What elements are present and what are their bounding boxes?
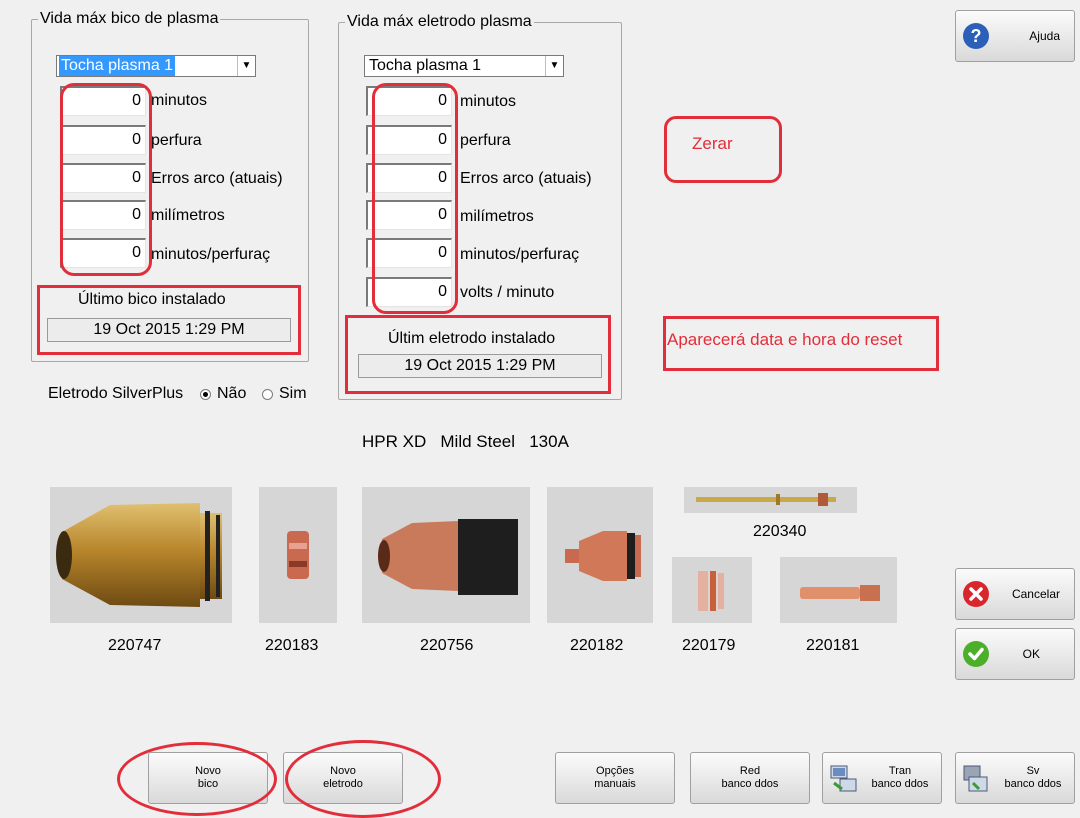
electrode-volts-per-min-label: volts / minuto	[460, 284, 555, 301]
part-image-220340	[684, 487, 857, 513]
electrode-torch-value: Tocha plasma 1	[369, 57, 482, 74]
checkmark-icon	[963, 641, 989, 667]
process-title: HPR XD Mild Steel 130A	[362, 432, 569, 451]
database-save-icon	[963, 765, 988, 792]
part-number-220340: 220340	[753, 523, 807, 540]
nozzle-minutes-label: minutos	[151, 92, 208, 109]
silverplus-label: Eletrodo SilverPlus	[48, 385, 184, 402]
read-database-button[interactable]: Red banco ddos	[690, 752, 810, 804]
new-electrode-highlight	[285, 740, 441, 818]
database-transfer-icon	[830, 765, 857, 792]
read-database-label-2: banco ddos	[721, 778, 779, 790]
chevron-down-icon[interactable]: ▼	[237, 56, 255, 76]
read-database-label-1: Red	[739, 765, 761, 777]
part-image-220179	[672, 557, 752, 623]
save-database-label-2: banco ddos	[1004, 778, 1062, 790]
nozzle-mm-label: milímetros	[151, 207, 225, 224]
part-image-220182	[547, 487, 653, 623]
manual-options-label-2: manuais	[594, 778, 636, 790]
part-number-220179: 220179	[682, 637, 736, 654]
electrode-mm-label: milímetros	[460, 208, 534, 225]
transfer-database-label-2: banco ddos	[871, 778, 929, 790]
help-button[interactable]: ? Ajuda	[955, 10, 1075, 62]
nozzle-group-title: Vida máx bico de plasma	[38, 10, 221, 28]
nozzle-min-per-pierce-label: minutos/perfuraç	[151, 246, 271, 263]
electrode-minutes-label: minutos	[460, 93, 517, 110]
transfer-database-label-1: Tran	[888, 765, 912, 777]
nozzle-torch-value: Tocha plasma 1	[59, 56, 176, 76]
electrode-group-title: Vida máx eletrodo plasma	[345, 13, 534, 31]
electrode-fields-highlight	[372, 83, 458, 314]
manual-options-label-1: Opções	[596, 765, 634, 777]
ok-label: OK	[1022, 647, 1040, 661]
svg-text:?: ?	[971, 26, 982, 46]
ok-button[interactable]: OK	[955, 628, 1075, 680]
help-label: Ajuda	[1029, 29, 1060, 43]
electrode-torch-select[interactable]: Tocha plasma 1 ▼	[364, 55, 564, 77]
electrode-pierces-label: perfura	[460, 132, 511, 149]
chevron-down-icon[interactable]: ▼	[545, 56, 563, 76]
new-nozzle-highlight	[117, 742, 277, 816]
electrode-arc-errors-label: Erros arco (atuais)	[460, 170, 592, 187]
part-number-220756: 220756	[420, 637, 474, 654]
part-number-220183: 220183	[265, 637, 319, 654]
zerar-callout-text: Zerar	[692, 134, 733, 153]
nozzle-pierces-label: perfura	[151, 132, 202, 149]
nozzle-torch-select[interactable]: Tocha plasma 1 ▼	[56, 55, 256, 77]
part-number-220181: 220181	[806, 637, 860, 654]
part-image-220183	[259, 487, 337, 623]
save-database-label-1: Sv	[1026, 765, 1040, 777]
part-image-220747	[50, 487, 232, 623]
silverplus-no-radio[interactable]	[200, 389, 211, 400]
transfer-database-button[interactable]: Tran banco ddos	[822, 752, 942, 804]
part-number-220747: 220747	[108, 637, 162, 654]
silverplus-yes-label[interactable]: Sim	[279, 384, 307, 404]
help-icon: ?	[963, 23, 989, 49]
silverplus-yes-radio[interactable]	[262, 389, 273, 400]
cancel-button[interactable]: Cancelar	[955, 568, 1075, 620]
nozzle-fields-highlight	[60, 83, 152, 276]
electrode-min-per-pierce-label: minutos/perfuraç	[460, 246, 580, 263]
part-number-220182: 220182	[570, 637, 624, 654]
manual-options-button[interactable]: Opções manuais	[555, 752, 675, 804]
silverplus-no-label[interactable]: Não	[217, 384, 246, 404]
part-image-220181	[780, 557, 897, 623]
part-image-220756	[362, 487, 530, 623]
cancel-label: Cancelar	[1011, 587, 1060, 601]
nozzle-arc-errors-label: Erros arco (atuais)	[151, 170, 283, 187]
electrode-last-installed-highlight	[345, 315, 611, 394]
nozzle-last-installed-highlight	[37, 285, 301, 355]
reset-note-text: Aparecerá data e hora do reset	[667, 330, 903, 349]
cancel-icon	[963, 581, 989, 607]
save-database-button[interactable]: Sv banco ddos	[955, 752, 1075, 804]
